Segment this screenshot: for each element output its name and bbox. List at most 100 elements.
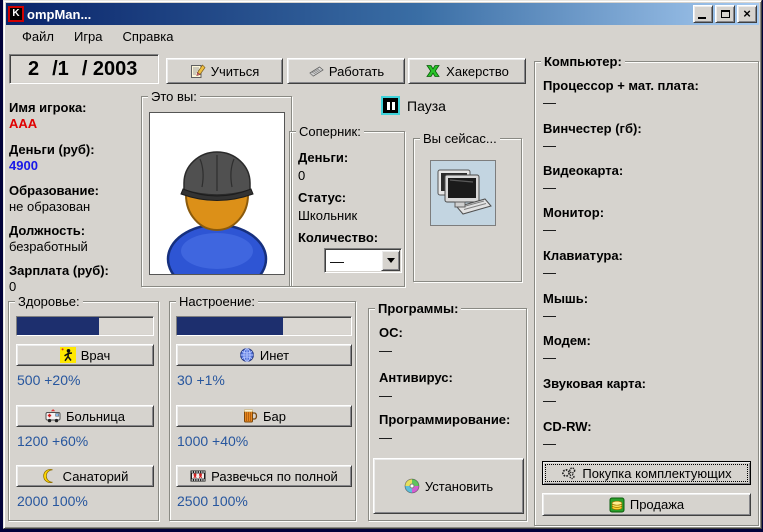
opponent-money-value: 0 bbox=[298, 168, 306, 183]
hack-label: Хакерство bbox=[446, 63, 509, 79]
player-education-value: не образован bbox=[9, 199, 91, 214]
now-box: Вы сейсас... bbox=[413, 131, 522, 282]
coins-icon bbox=[609, 497, 625, 512]
minimize-button[interactable] bbox=[693, 5, 713, 23]
pause-control: Пауза bbox=[381, 96, 446, 115]
hospital-button[interactable]: Больница bbox=[16, 405, 154, 427]
doctor-icon bbox=[59, 347, 76, 363]
hospital-cost: 1200 +60% bbox=[17, 433, 89, 449]
work-button[interactable]: Работать bbox=[287, 58, 405, 84]
film-strip-icon bbox=[190, 470, 206, 482]
computer-item-label: Монитор: bbox=[543, 205, 605, 220]
chevron-down-icon bbox=[386, 258, 395, 263]
computer-item-value: — bbox=[543, 222, 556, 237]
resort-button[interactable]: Санаторий bbox=[16, 465, 154, 487]
resort-cost: 2000 100% bbox=[17, 493, 88, 509]
beer-mug-icon bbox=[244, 409, 258, 423]
mood-progress-bar bbox=[176, 316, 352, 336]
mood-legend: Настроение: bbox=[176, 294, 259, 309]
player-job-label: Должность: bbox=[9, 223, 86, 238]
maximize-button[interactable] bbox=[715, 5, 735, 23]
cd-icon bbox=[404, 478, 420, 494]
computer-item-label: Мышь: bbox=[543, 291, 589, 306]
titlebar: K ompMan... × bbox=[6, 3, 759, 25]
computer-item-label: Винчестер (гб): bbox=[543, 121, 642, 136]
programming-value: — bbox=[379, 430, 392, 445]
computer-legend: Компьютер: bbox=[541, 54, 625, 69]
player-money-label: Деньги (руб): bbox=[9, 142, 95, 157]
menu-game[interactable]: Игра bbox=[64, 26, 113, 47]
player-name-label: Имя игрока: bbox=[9, 100, 87, 115]
inet-label: Инет bbox=[259, 347, 290, 363]
opponent-count-value: — bbox=[330, 252, 344, 269]
computer-item-label: Видеокарта: bbox=[543, 163, 624, 178]
avatar-image bbox=[149, 112, 285, 295]
menubar: Файл Игра Справка bbox=[6, 25, 759, 48]
green-x-icon bbox=[426, 65, 440, 77]
doctor-label: Врач bbox=[80, 347, 111, 363]
mood-box: Настроение: Инет 30 +1% Бар 1000 +40% Ра… bbox=[169, 294, 356, 521]
computer-item-value: — bbox=[543, 265, 556, 280]
hack-button[interactable]: Хакерство bbox=[408, 58, 526, 84]
study-label: Учиться bbox=[210, 63, 260, 79]
computer-icon bbox=[437, 169, 492, 215]
party-label: Развечься по полной bbox=[211, 468, 338, 484]
install-button[interactable]: Установить bbox=[373, 458, 524, 514]
computer-item-value: — bbox=[543, 308, 556, 323]
pause-button[interactable] bbox=[381, 96, 400, 115]
close-button[interactable]: × bbox=[737, 5, 757, 23]
buy-parts-label: Покупка комплектующих bbox=[582, 465, 732, 481]
inet-cost: 30 +1% bbox=[177, 372, 225, 388]
window-title: ompMan... bbox=[27, 6, 92, 22]
bar-label: Бар bbox=[263, 408, 286, 424]
date-month: /1 bbox=[52, 57, 69, 80]
moon-icon bbox=[42, 469, 53, 483]
computer-item-label: Звуковая карта: bbox=[543, 376, 646, 391]
programs-legend: Программы: bbox=[375, 301, 462, 316]
maximize-icon bbox=[720, 10, 730, 18]
os-value: — bbox=[379, 343, 392, 358]
study-button[interactable]: Учиться bbox=[166, 58, 283, 84]
player-info: Имя игрока: AAA Деньги (руб): 4900 Образ… bbox=[9, 100, 141, 294]
date-display: 2 /1 / 2003 bbox=[9, 54, 159, 84]
opponent-box: Соперник: Деньги: 0 Статус: Школьник Кол… bbox=[289, 124, 405, 287]
opponent-count-dropdown[interactable]: — bbox=[324, 248, 402, 273]
doctor-cost: 500 +20% bbox=[17, 372, 81, 388]
programming-label: Программирование: bbox=[379, 412, 511, 427]
player-salary-label: Зарплата (руб): bbox=[9, 263, 109, 278]
close-icon: × bbox=[743, 6, 751, 21]
computer-item-value: — bbox=[543, 436, 556, 451]
health-box: Здоровье: Врач 500 +20% Больница 1200 +6… bbox=[8, 294, 159, 521]
date-year: / 2003 bbox=[81, 57, 138, 80]
opponent-status-value: Школьник bbox=[298, 208, 358, 223]
antivirus-label: Антивирус: bbox=[379, 370, 453, 385]
current-activity-indicator bbox=[430, 160, 496, 226]
menu-help[interactable]: Справка bbox=[113, 26, 184, 47]
sell-button[interactable]: Продажа bbox=[542, 493, 751, 516]
opponent-count-label: Количество: bbox=[298, 230, 379, 245]
computer-box: Компьютер: Процессор + мат. плата: — Вин… bbox=[534, 54, 759, 526]
antivirus-value: — bbox=[379, 388, 392, 403]
desktop: K ompMan... × Файл Игра Справка 2 /1 / 2… bbox=[0, 0, 763, 532]
doctor-button[interactable]: Врач bbox=[16, 344, 154, 366]
dropdown-arrow-button[interactable] bbox=[381, 250, 400, 271]
inet-button[interactable]: Инет bbox=[176, 344, 352, 366]
computer-item-value: — bbox=[543, 393, 556, 408]
party-cost: 2500 100% bbox=[177, 493, 248, 509]
player-salary-value: 0 bbox=[9, 279, 17, 294]
player-job-value: безработный bbox=[9, 239, 88, 254]
work-label: Работать bbox=[328, 63, 385, 79]
buy-parts-button[interactable]: Покупка комплектующих bbox=[542, 461, 751, 485]
computer-item-label: Клавиатура: bbox=[543, 248, 623, 263]
avatar-person-icon bbox=[150, 113, 284, 295]
sell-label: Продажа bbox=[629, 497, 685, 512]
health-progress-fill bbox=[17, 317, 99, 335]
menu-file[interactable]: Файл bbox=[12, 26, 64, 47]
computer-item-label: Процессор + мат. плата: bbox=[543, 78, 699, 93]
opponent-money-label: Деньги: bbox=[298, 150, 349, 165]
bar-button[interactable]: Бар bbox=[176, 405, 352, 427]
party-button[interactable]: Развечься по полной bbox=[176, 465, 352, 487]
app-window: K ompMan... × Файл Игра Справка 2 /1 / 2… bbox=[3, 0, 762, 529]
opponent-status-label: Статус: bbox=[298, 190, 347, 205]
computer-item-value: — bbox=[543, 350, 556, 365]
